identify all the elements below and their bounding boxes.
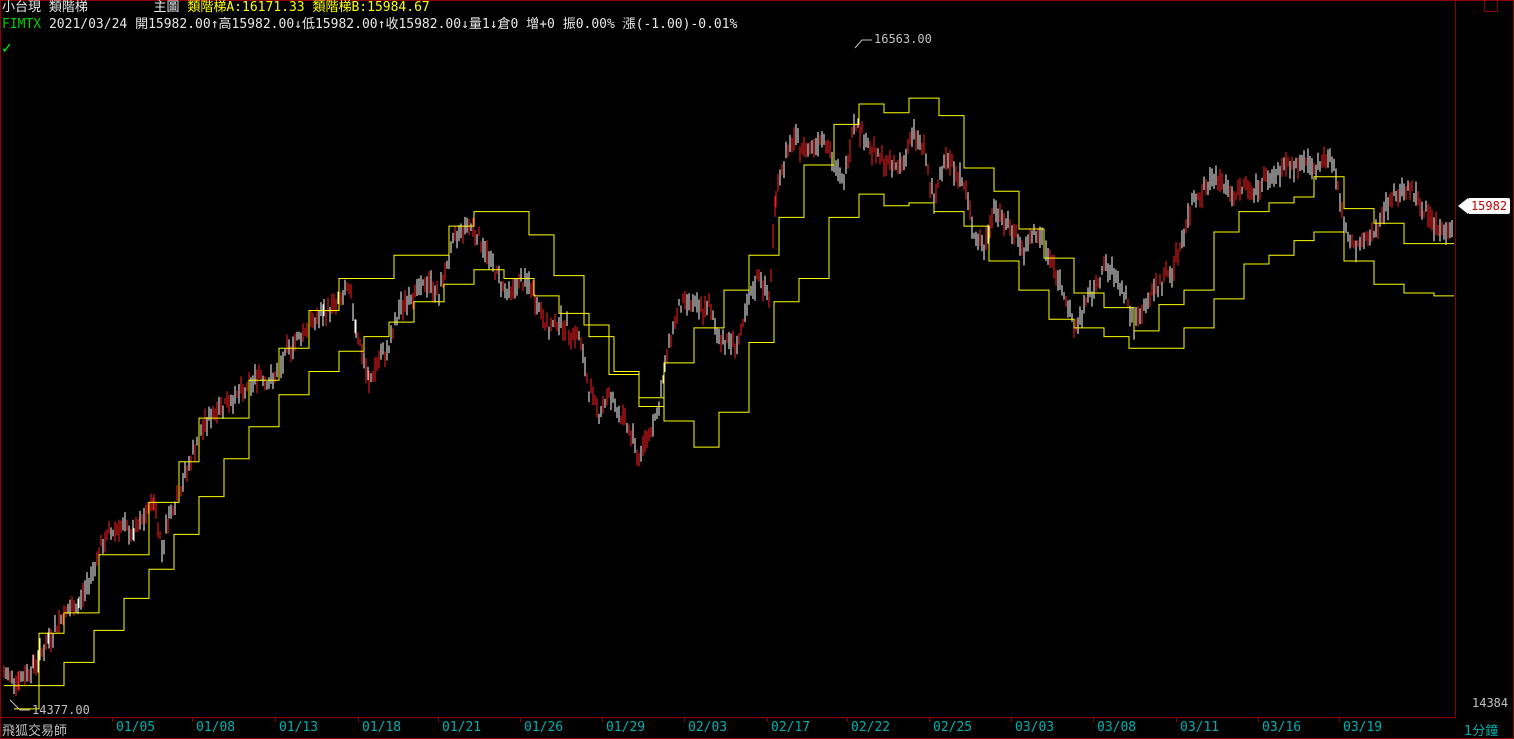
x-tick-mark bbox=[929, 718, 930, 722]
ticker-code: FIMTX bbox=[2, 17, 42, 32]
close-value: 收15982.00 bbox=[385, 17, 462, 32]
oi-change-value: 增+0 bbox=[526, 17, 555, 32]
high-value: 高15982.00 bbox=[218, 17, 295, 32]
price-series bbox=[3, 113, 1453, 696]
step-line-a bbox=[4, 97, 1454, 687]
bar-date: 2021/03/24 bbox=[48, 17, 128, 32]
x-tick-mark bbox=[1011, 718, 1012, 722]
x-tick-label: 02/25 bbox=[933, 720, 973, 735]
low-price-label: 14377.00 bbox=[32, 703, 90, 717]
x-tick-label: 03/19 bbox=[1343, 720, 1383, 735]
header-line-1: 小台現 類階梯 主圖 類階梯A:16171.33 類階梯B:15984.67 bbox=[2, 0, 430, 16]
window-restore-button[interactable] bbox=[1484, 0, 1498, 12]
x-tick-mark bbox=[1339, 718, 1340, 722]
header-line-2: FIMTX 2021/03/24 開15982.00↑高15982.00↓低15… bbox=[2, 17, 737, 33]
x-tick-label: 02/03 bbox=[688, 720, 728, 735]
interval-selector[interactable]: 1分鐘 bbox=[1464, 720, 1498, 739]
x-tick-label: 01/08 bbox=[196, 720, 236, 735]
open-interest-value: 倉0 bbox=[497, 17, 519, 32]
amplitude-value: 振0.00% bbox=[562, 17, 615, 32]
x-tick-label: 03/11 bbox=[1180, 720, 1220, 735]
panel-label: 主圖 bbox=[153, 0, 180, 15]
x-tick-mark bbox=[275, 718, 276, 722]
low-value: 低15982.00 bbox=[301, 17, 378, 32]
down-arrow-icon: ↓ bbox=[294, 17, 302, 32]
down-arrow-icon: ↓ bbox=[461, 17, 469, 32]
down-arrow-icon: ↓ bbox=[489, 17, 498, 32]
last-price-tag: 15982 bbox=[1468, 198, 1510, 214]
brand-name: 飛狐交易師 bbox=[2, 724, 68, 739]
x-tick-mark bbox=[1258, 718, 1259, 722]
x-tick-label: 03/03 bbox=[1015, 720, 1055, 735]
x-tick-label: 01/26 bbox=[524, 720, 564, 735]
symbol-name: 小台現 bbox=[2, 0, 42, 15]
x-tick-mark bbox=[1176, 718, 1177, 722]
x-tick-label: 01/05 bbox=[116, 720, 156, 735]
high-leader-line bbox=[854, 39, 872, 49]
x-tick-label: 03/08 bbox=[1097, 720, 1137, 735]
up-arrow-icon: ↑ bbox=[210, 17, 219, 32]
x-tick-mark bbox=[112, 718, 113, 722]
open-value: 開15982.00 bbox=[135, 17, 211, 32]
y-axis-bottom-label: 14384 bbox=[1472, 696, 1509, 710]
x-tick-label: 01/21 bbox=[442, 720, 482, 735]
price-chart[interactable] bbox=[0, 0, 1456, 718]
x-tick-mark bbox=[767, 718, 768, 722]
x-tick-label: 03/16 bbox=[1262, 720, 1302, 735]
indicator-b-value: 類階梯B:15984.67 bbox=[312, 0, 430, 15]
step-line-b bbox=[14, 193, 1454, 710]
x-tick-mark bbox=[358, 718, 359, 722]
x-tick-mark bbox=[602, 718, 603, 722]
high-price-label: 16563.00 bbox=[874, 32, 932, 46]
x-tick-mark bbox=[192, 718, 193, 722]
x-tick-label: 02/22 bbox=[851, 720, 891, 735]
x-tick-label: 01/13 bbox=[279, 720, 319, 735]
x-tick-mark bbox=[847, 718, 848, 722]
last-price-arrow bbox=[1458, 198, 1468, 214]
x-tick-mark bbox=[684, 718, 685, 722]
x-tick-label: 01/29 bbox=[606, 720, 646, 735]
change-value: 漲(-1.00)-0.01% bbox=[622, 17, 738, 32]
x-tick-mark bbox=[1093, 718, 1094, 722]
x-tick-label: 02/17 bbox=[771, 720, 811, 735]
indicator-a-value: 類階梯A:16171.33 bbox=[187, 0, 305, 15]
x-tick-mark bbox=[520, 718, 521, 722]
checkmark-icon[interactable]: ✓ bbox=[2, 38, 12, 57]
x-tick-label: 01/18 bbox=[362, 720, 402, 735]
indicator-name: 類階梯 bbox=[48, 0, 88, 15]
volume-value: 量1 bbox=[468, 17, 490, 32]
x-tick-mark bbox=[438, 718, 439, 722]
